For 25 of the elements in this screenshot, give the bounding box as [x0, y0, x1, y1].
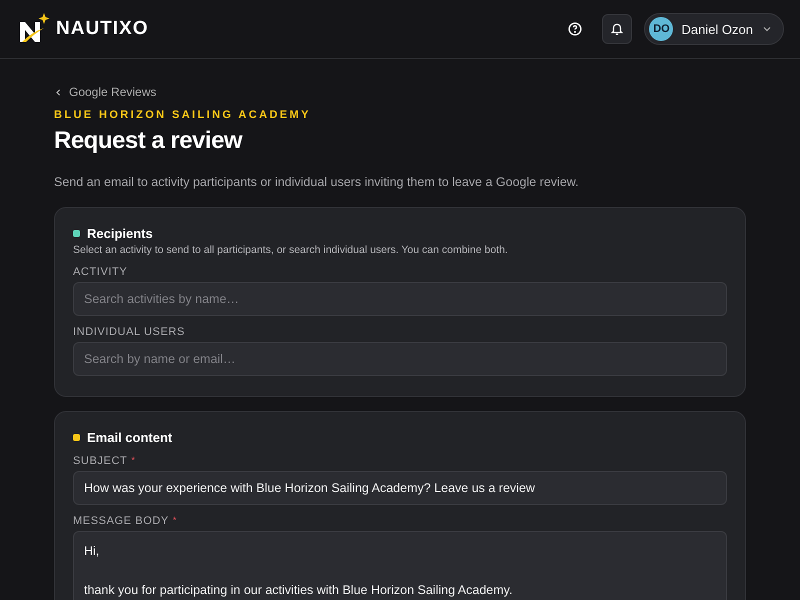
- brand-name: NAUTIXO: [56, 18, 148, 40]
- input-field[interactable]: How was your experience with Blue Horizon Sailing Academy? Leave us a review: [73, 471, 727, 505]
- help-icon: [568, 22, 582, 36]
- user-avatar: DO: [649, 17, 674, 41]
- input-field[interactable]: Search by name or email…: [73, 342, 727, 376]
- section-hint: Select an activity to send to all participants, or search individual users. You can combine both.: [73, 244, 509, 256]
- message-field[interactable]: Hi, thank you for participating in our activities with Blue Horizon Sailing Academy.: [73, 531, 727, 600]
- page-title: Request a review: [54, 127, 244, 155]
- back-link[interactable]: Google Reviews: [54, 85, 746, 99]
- field-label: MESSAGE BODY: [73, 515, 169, 527]
- bell-icon: [610, 22, 624, 36]
- field-label: ACTIVITY: [73, 266, 128, 278]
- input-field[interactable]: Search activities by name…: [73, 282, 727, 316]
- notifications-button[interactable]: [602, 14, 632, 44]
- required-mark: *: [131, 455, 136, 467]
- organization-name: BLUE HORIZON SAILING ACADEMY: [54, 109, 312, 121]
- field-label: SUBJECT: [73, 455, 128, 467]
- section-title: Recipients: [87, 226, 153, 241]
- required-mark: *: [172, 515, 177, 527]
- section-title: Email content: [87, 430, 172, 445]
- user-name: Daniel Ozon: [681, 22, 753, 36]
- user-menu-button[interactable]: DO Daniel Ozon: [644, 13, 784, 45]
- page-description: Send an email to activity participants or individual users inviting them to leave a Google review.: [54, 175, 580, 189]
- chevron-left-icon: [54, 88, 63, 96]
- field-label: INDIVIDUAL USERS: [73, 326, 185, 338]
